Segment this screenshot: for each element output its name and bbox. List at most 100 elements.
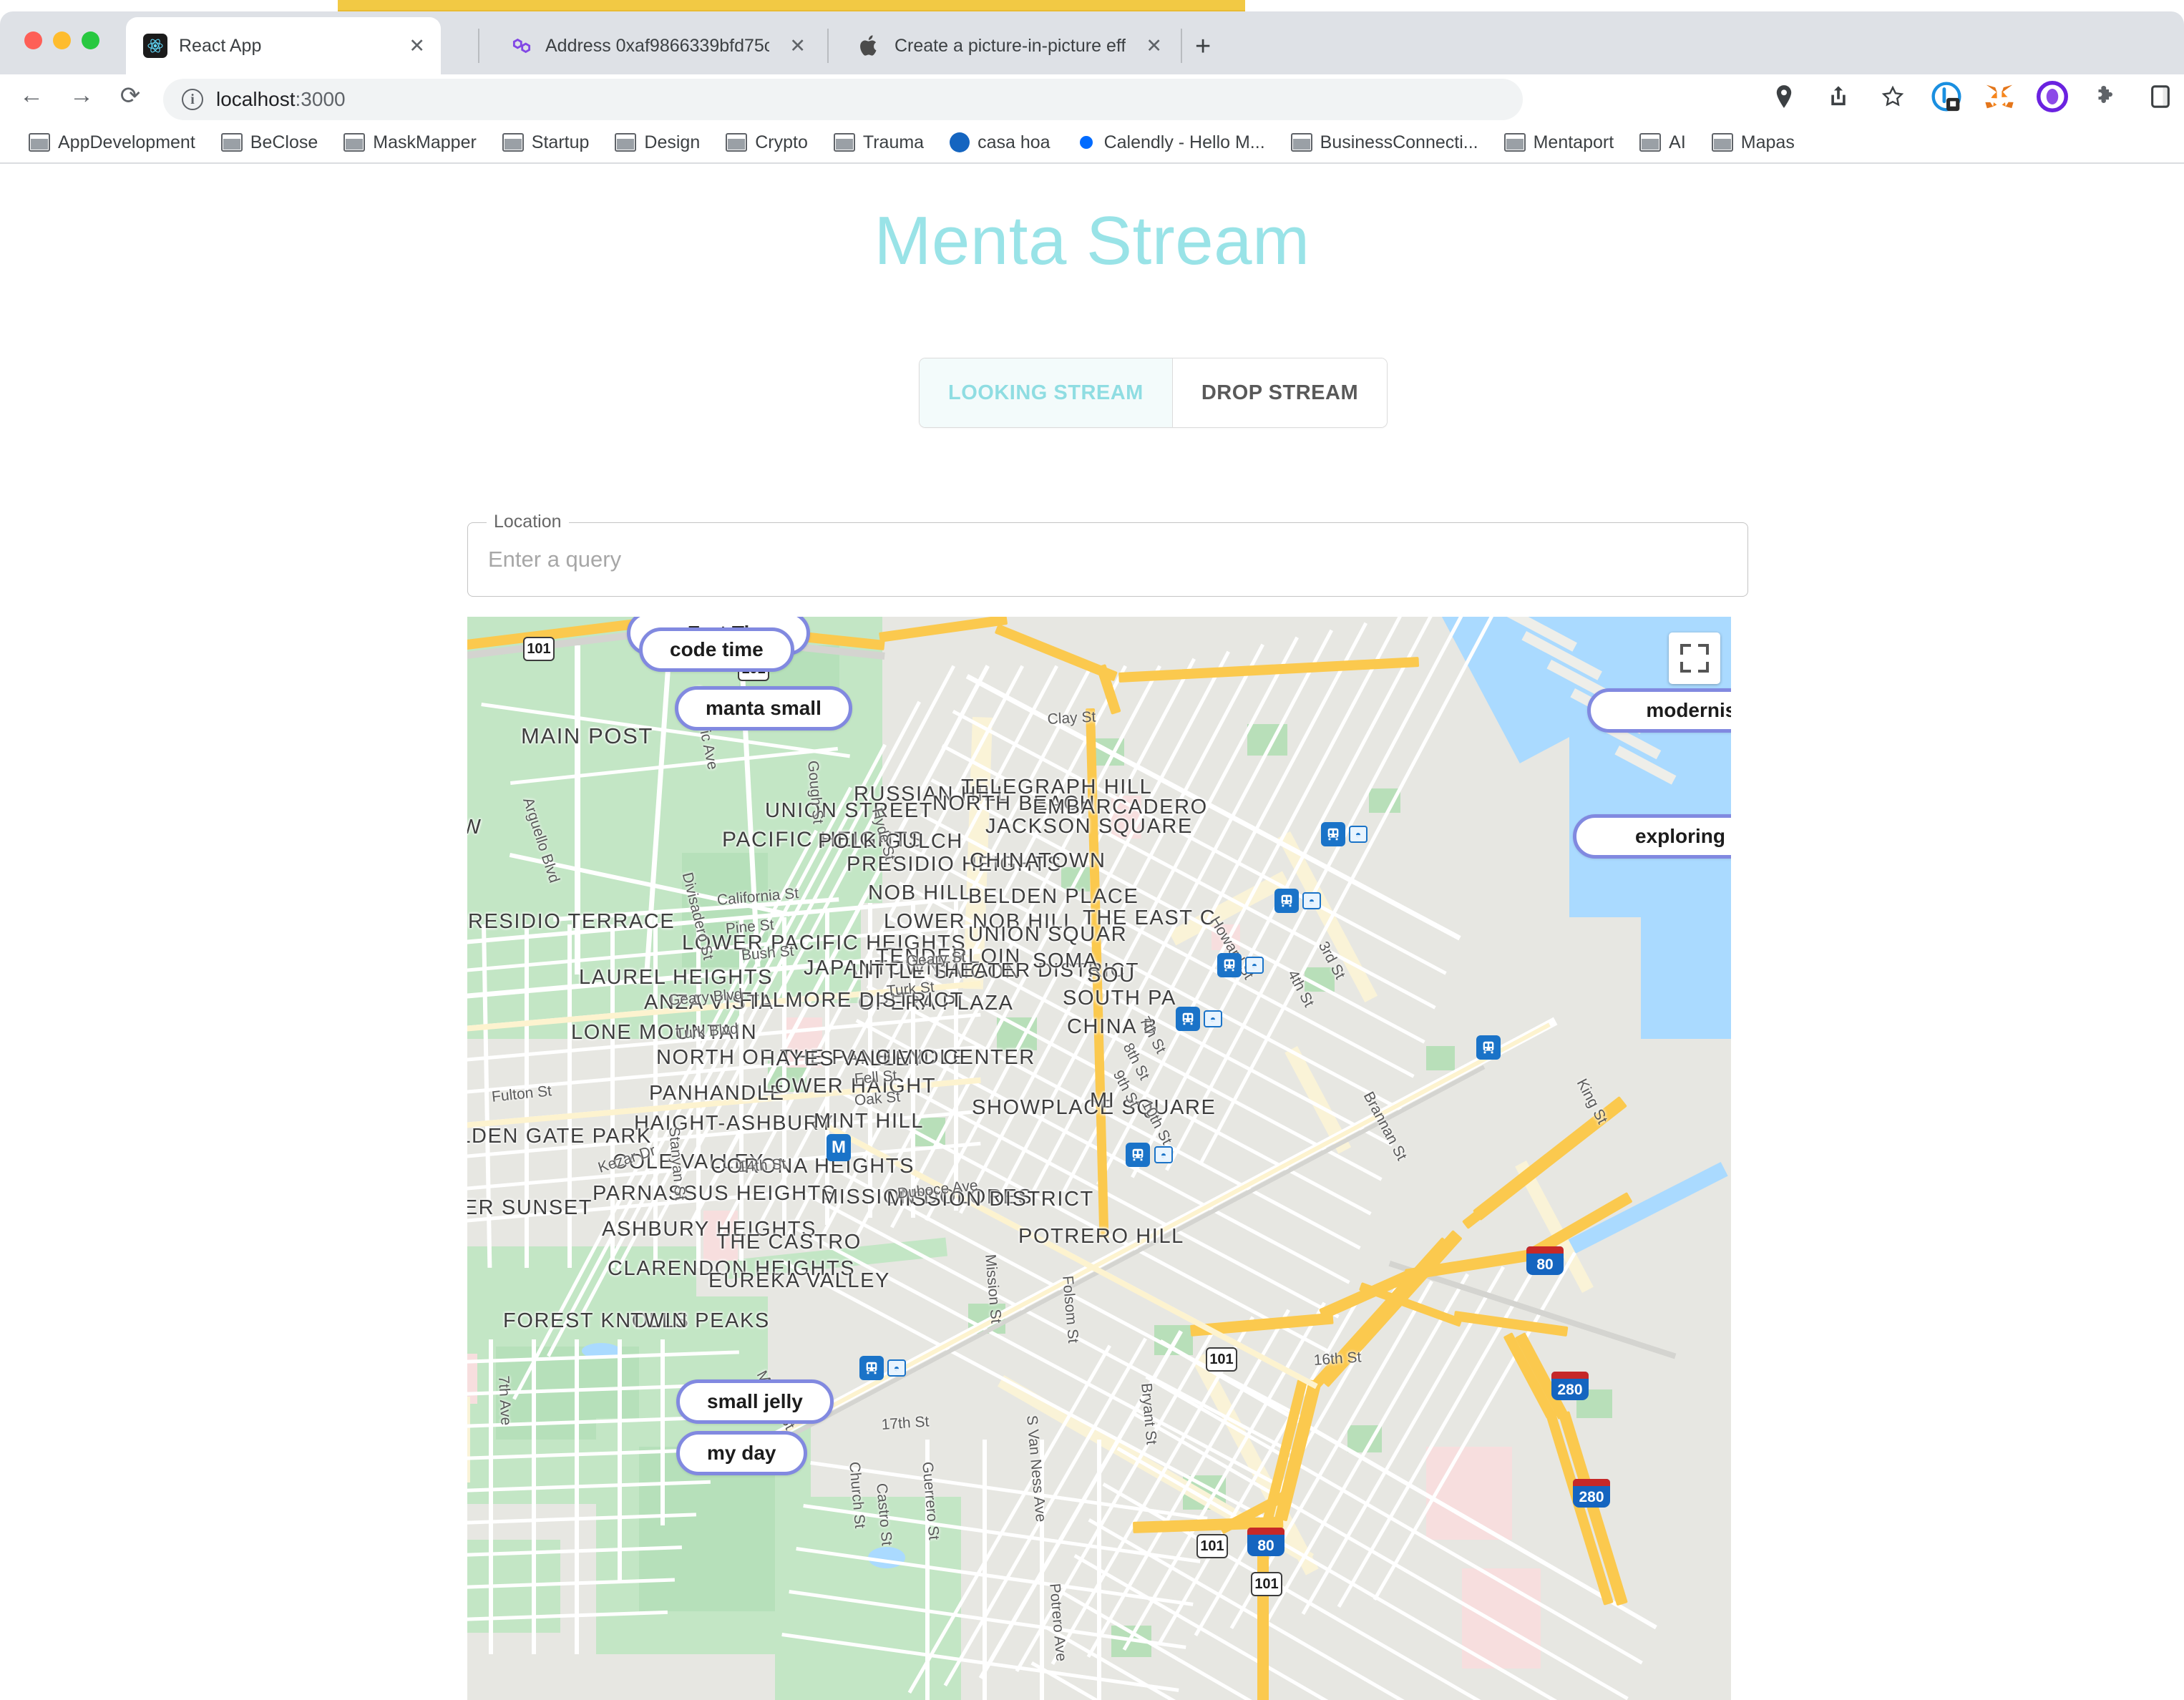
bookmark-design[interactable]: Design	[602, 132, 713, 153]
window-traffic-lights[interactable]	[24, 31, 99, 49]
map-marker-exploring[interactable]: exploring	[1573, 814, 1733, 859]
map-marker-my-day[interactable]: my day	[676, 1431, 807, 1475]
close-icon[interactable]: ✕	[1137, 36, 1162, 56]
bus-stop-icon: ◓	[1245, 957, 1264, 974]
bookmark-label: BeClose	[250, 132, 318, 152]
side-panel-icon[interactable]	[2144, 80, 2177, 113]
map-marker-small-jelly[interactable]: small jelly	[676, 1379, 834, 1424]
bookmark-star-icon[interactable]	[1876, 80, 1909, 113]
folder-icon	[220, 133, 243, 152]
map-neighborhood-label: NOB HILL	[868, 881, 972, 904]
highway-shield-280: 280	[1573, 1479, 1610, 1508]
extension-lock-icon[interactable]	[1931, 81, 1962, 112]
bookmark-label: Design	[644, 132, 701, 152]
highway-shield-80: 80	[1247, 1528, 1284, 1556]
share-icon[interactable]	[1822, 80, 1855, 113]
metamask-fox-icon[interactable]	[1984, 81, 2015, 112]
folder-icon	[1711, 133, 1733, 152]
bookmark-casa-hoa[interactable]: casa hoa	[937, 132, 1063, 153]
puzzle-piece-icon[interactable]	[2090, 80, 2122, 113]
map-neighborhood-label: MAIN POST	[521, 723, 653, 748]
folder-icon	[1503, 133, 1526, 152]
map-neighborhood-label: UNION SQUAR	[968, 923, 1128, 946]
calendly-icon	[1076, 132, 1096, 152]
transit-station-icon	[1176, 1007, 1200, 1031]
bookmark-trauma[interactable]: Trauma	[821, 132, 937, 153]
map-marker-manta-small[interactable]: manta small	[675, 686, 852, 731]
bookmark-businessconnections[interactable]: BusinessConnecti...	[1278, 132, 1491, 153]
transit-station-icon	[1126, 1143, 1150, 1167]
map-neighborhood-label: POTRERO HILL	[1018, 1225, 1184, 1248]
maximize-window-button[interactable]	[82, 31, 99, 49]
bookmark-ai[interactable]: AI	[1627, 132, 1699, 153]
back-button[interactable]: ←	[16, 82, 47, 109]
transit-station-icon	[1476, 1035, 1501, 1060]
apple-icon	[859, 34, 883, 58]
map-right-edge	[1731, 617, 1733, 1700]
map-neighborhood-label: MINT HILL	[814, 1110, 925, 1133]
bookmarks-divider	[0, 162, 2184, 164]
map-neighborhood-label: LAUREL HEIGHTS	[579, 966, 774, 989]
tab-divider	[1181, 29, 1182, 63]
folder-icon	[1639, 133, 1662, 152]
map-container[interactable]: MAIN POST PACIFIC HEIGHTS PRESIDIO HEIGH…	[467, 617, 1733, 1700]
reload-button[interactable]: ⟳	[114, 82, 146, 110]
minimize-window-button[interactable]	[53, 31, 71, 49]
react-icon	[143, 34, 167, 58]
bookmark-label: Calendly - Hello M...	[1103, 132, 1265, 152]
map-neighborhood-label: SOU	[1087, 964, 1136, 987]
folder-icon	[833, 133, 855, 152]
bus-stop-icon: ◓	[1302, 892, 1321, 909]
bookmark-label: Mentaport	[1533, 132, 1614, 152]
folder-icon	[1290, 133, 1312, 152]
browser-tab-address[interactable]: Address 0xaf9866339bfd75c1 ✕	[492, 17, 822, 74]
map-marker-modernist[interactable]: modernist	[1587, 688, 1733, 733]
fullscreen-icon	[1680, 644, 1709, 673]
browser-tab-picture-in-picture[interactable]: Create a picture-in-picture effe ✕	[842, 17, 1178, 74]
map-marker-code-time[interactable]: code time	[639, 627, 794, 672]
map-neighborhood-label: MI	[1090, 1089, 1116, 1112]
fullscreen-button[interactable]	[1669, 632, 1720, 684]
map-neighborhood-label: TWIN PEAKS	[630, 1309, 770, 1332]
purple-circle-extension-icon[interactable]	[2037, 81, 2068, 112]
new-tab-button[interactable]: +	[1195, 33, 1211, 60]
bookmark-beclose[interactable]: BeClose	[208, 132, 331, 153]
bookmark-calendly[interactable]: Calendly - Hello M...	[1063, 132, 1278, 153]
forward-button[interactable]: →	[66, 82, 97, 109]
bookmark-label: AppDevelopment	[58, 132, 195, 152]
map-neighborhood-label: SOUTH PA	[1063, 987, 1176, 1010]
folder-icon	[343, 133, 366, 152]
bookmark-appdevelopment[interactable]: AppDevelopment	[16, 132, 208, 153]
bookmark-mapas[interactable]: Mapas	[1699, 132, 1808, 153]
location-pin-icon[interactable]	[1768, 80, 1800, 113]
bookmark-maskmapper[interactable]: MaskMapper	[331, 132, 489, 153]
site-info-icon[interactable]: i	[182, 89, 203, 110]
transit-station-icon	[859, 1356, 884, 1380]
highway-shield-101: 101	[1206, 1347, 1237, 1372]
tab-looking-stream[interactable]: LOOKING STREAM	[920, 358, 1172, 427]
address-bar[interactable]: i localhost:3000	[163, 79, 1523, 120]
folder-icon	[726, 133, 748, 152]
bookmark-label: Mapas	[1740, 132, 1795, 152]
tab-divider	[827, 29, 829, 63]
map-canvas[interactable]: MAIN POST PACIFIC HEIGHTS PRESIDIO HEIGH…	[467, 617, 1733, 1700]
stream-tabs: LOOKING STREAM DROP STREAM	[919, 358, 1388, 428]
transit-station-icon	[1217, 953, 1242, 977]
tab-title: Create a picture-in-picture effe	[894, 35, 1126, 56]
close-window-button[interactable]	[24, 31, 42, 49]
highway-shield-101: 101	[1196, 1534, 1228, 1558]
bookmark-label: Trauma	[862, 132, 925, 152]
bookmark-startup[interactable]: Startup	[489, 132, 603, 153]
tab-divider	[478, 29, 479, 63]
bookmarks-bar: AppDevelopment BeClose MaskMapper Startu…	[0, 122, 2184, 163]
browser-tab-react-app[interactable]: React App ✕	[126, 17, 441, 74]
bookmark-mentaport[interactable]: Mentaport	[1491, 132, 1627, 153]
map-neighborhood-label: CIVIC CENTER	[875, 1046, 1035, 1069]
tab-drop-stream[interactable]: DROP STREAM	[1171, 358, 1388, 427]
folder-icon	[29, 133, 50, 152]
location-input[interactable]	[468, 523, 1747, 596]
map-neighborhood-label: HAIGHT-ASHBURY	[634, 1112, 834, 1135]
close-icon[interactable]: ✕	[400, 36, 425, 56]
close-icon[interactable]: ✕	[781, 36, 806, 56]
bookmark-crypto[interactable]: Crypto	[713, 132, 821, 153]
